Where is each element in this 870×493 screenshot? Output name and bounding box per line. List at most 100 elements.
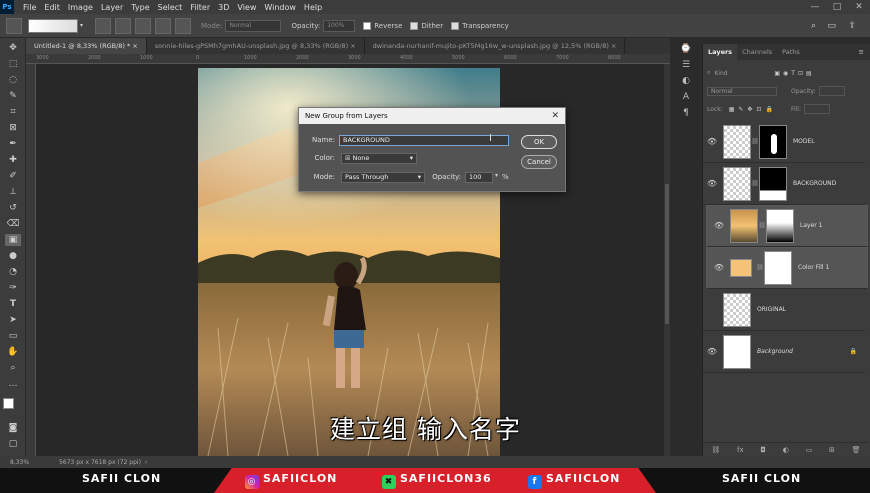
menu-help[interactable]: Help (300, 3, 326, 12)
layer-row-original[interactable]: 👁 ORIGINAL (703, 289, 865, 331)
adjustment-layer-icon[interactable]: ◐ (783, 446, 789, 454)
quick-select-tool-icon[interactable]: ✎ (5, 90, 21, 102)
link-icon[interactable]: ⛓ (751, 138, 759, 145)
share-icon[interactable]: ⇪ (848, 21, 856, 31)
type-tool-icon[interactable]: T (5, 298, 21, 310)
color-fill-swatch[interactable] (730, 259, 752, 277)
layer-mask-thumbnail[interactable] (759, 124, 787, 159)
reflected-gradient-button[interactable] (155, 17, 172, 34)
layer-row-background[interactable]: 👁 Background 🔒 (703, 331, 865, 373)
tab-channels[interactable]: Channels (737, 44, 777, 60)
layer-row-model[interactable]: 👁 ⛓ MODEL (703, 121, 865, 163)
maximize-button[interactable]: □ (826, 0, 848, 14)
marquee-tool-icon[interactable]: ⬚ (5, 58, 21, 70)
linear-gradient-button[interactable] (95, 17, 112, 34)
more-tools-icon[interactable]: … (5, 378, 21, 390)
transparency-checkbox[interactable] (451, 21, 460, 30)
brush-tool-icon[interactable]: ✐ (5, 170, 21, 182)
opacity-field[interactable]: 100% (323, 19, 356, 32)
trash-icon[interactable]: 🗑 (852, 446, 861, 454)
properties-icon[interactable]: ☰ (676, 60, 696, 76)
menu-view[interactable]: View (233, 3, 260, 12)
gradient-tool-preset-button[interactable] (6, 17, 22, 34)
history-icon[interactable]: ⌚ (676, 44, 696, 60)
close-button[interactable]: ✕ (848, 0, 870, 14)
zoom-tool-icon[interactable]: ⌕ (5, 362, 21, 374)
eye-icon[interactable]: 👁 (710, 221, 728, 231)
tab-paths[interactable]: Paths (777, 44, 805, 60)
screen-mode-icon[interactable]: ▢ (5, 438, 21, 450)
layer-row-color-fill-1[interactable]: 👁 ⛓ Color Fill 1 (706, 247, 868, 289)
lasso-tool-icon[interactable]: ◌ (5, 74, 21, 86)
pen-tool-icon[interactable]: ✑ (5, 282, 21, 294)
link-layers-icon[interactable]: ⛓ (711, 446, 720, 454)
chevron-down-icon[interactable]: ▾ (80, 22, 83, 29)
layer-mask-thumbnail[interactable] (766, 209, 794, 243)
menu-file[interactable]: File (19, 3, 40, 12)
move-tool-icon[interactable]: ✥ (5, 42, 21, 54)
angle-gradient-button[interactable] (135, 17, 152, 34)
hand-tool-icon[interactable]: ✋ (5, 346, 21, 358)
dither-checkbox[interactable] (410, 21, 419, 30)
quick-mask-icon[interactable]: ◙ (5, 422, 21, 434)
eye-icon[interactable]: 👁 (703, 137, 721, 146)
new-layer-icon[interactable]: ⊞ (829, 446, 835, 454)
paragraph-icon[interactable]: ¶ (676, 108, 696, 124)
eye-icon[interactable]: 👁 (710, 263, 728, 273)
eraser-tool-icon[interactable]: ⌫ (5, 218, 21, 230)
history-brush-tool-icon[interactable]: ↺ (5, 202, 21, 214)
dodge-tool-icon[interactable]: ◔ (5, 266, 21, 278)
add-mask-icon[interactable]: ◘ (760, 446, 766, 454)
menu-window[interactable]: Window (260, 3, 300, 12)
search-icon[interactable]: ⌕ (811, 21, 816, 31)
reverse-checkbox[interactable] (363, 21, 372, 30)
tab-untitled-1[interactable]: Untitled-1 @ 8,33% (RGB/8) * × (26, 38, 147, 54)
filter-icons[interactable]: ▣◉T⊡▤ (774, 70, 814, 77)
lock-icons[interactable]: ▦✎✥⊡🔒 (729, 106, 777, 113)
ok-button[interactable]: OK (521, 135, 557, 149)
clone-stamp-tool-icon[interactable]: ⊥ (5, 186, 21, 198)
rectangle-tool-icon[interactable]: ▭ (5, 330, 21, 342)
foreground-color-swatch[interactable] (3, 398, 14, 409)
menu-3d[interactable]: 3D (214, 3, 233, 12)
name-input[interactable]: BACKGROUND (339, 135, 509, 146)
crop-tool-icon[interactable]: ⌗ (5, 106, 21, 118)
zoom-level[interactable]: 8,33% (10, 459, 29, 466)
menu-image[interactable]: Image (64, 3, 97, 12)
workspace-icon[interactable]: ▭ (827, 21, 836, 31)
opacity-dropdown-icon[interactable]: ▾ (495, 172, 498, 179)
cancel-button[interactable]: Cancel (521, 155, 557, 169)
layer-row-background-group[interactable]: 👁 ⛓ BACKGROUND (703, 163, 865, 205)
eye-icon[interactable]: 👁 (703, 347, 721, 356)
panel-menu-icon[interactable]: ≡ (859, 44, 870, 60)
menu-select[interactable]: Select (154, 3, 187, 12)
character-icon[interactable]: A (676, 92, 696, 108)
kind-filter[interactable]: Kind (714, 70, 754, 77)
menu-type[interactable]: Type (127, 3, 153, 12)
tab-layers[interactable]: Layers (703, 44, 738, 60)
layer-mask-thumbnail[interactable] (759, 166, 787, 201)
tab-dwinanda-nurhanif[interactable]: dwinanda-nurhanif-mujito-pKT5Mg16w_w-uns… (365, 38, 626, 54)
blend-mode-select[interactable]: Normal (707, 86, 777, 96)
healing-brush-tool-icon[interactable]: ✚ (5, 154, 21, 166)
menu-layer[interactable]: Layer (97, 3, 127, 12)
canvas-vertical-scrollbar[interactable] (664, 64, 670, 456)
radial-gradient-button[interactable] (115, 17, 132, 34)
diamond-gradient-button[interactable] (175, 17, 192, 34)
menu-edit[interactable]: Edit (40, 3, 64, 12)
gradient-tool-icon[interactable]: ▣ (5, 234, 21, 246)
panel-opacity-field[interactable] (818, 86, 845, 96)
color-select[interactable]: ☒ None ▾ (341, 153, 417, 164)
close-icon[interactable]: ✕ (551, 108, 559, 124)
path-selection-tool-icon[interactable]: ➤ (5, 314, 21, 326)
mode-select[interactable]: Normal (225, 19, 282, 32)
eye-icon[interactable]: 👁 (703, 179, 721, 188)
link-icon[interactable]: ⛓ (756, 263, 764, 273)
scrollbar-thumb[interactable] (665, 184, 669, 324)
opacity-input[interactable]: 100 (465, 172, 493, 183)
gradient-picker[interactable] (28, 18, 78, 33)
minimize-button[interactable]: — (804, 0, 826, 14)
tab-sonnie-hiles[interactable]: sonnie-hiles-gPSMh7gmhAU-unsplash.jpg @ … (147, 38, 365, 54)
layer-mask-thumbnail[interactable] (764, 251, 792, 285)
chevron-right-icon[interactable]: › (145, 459, 147, 466)
